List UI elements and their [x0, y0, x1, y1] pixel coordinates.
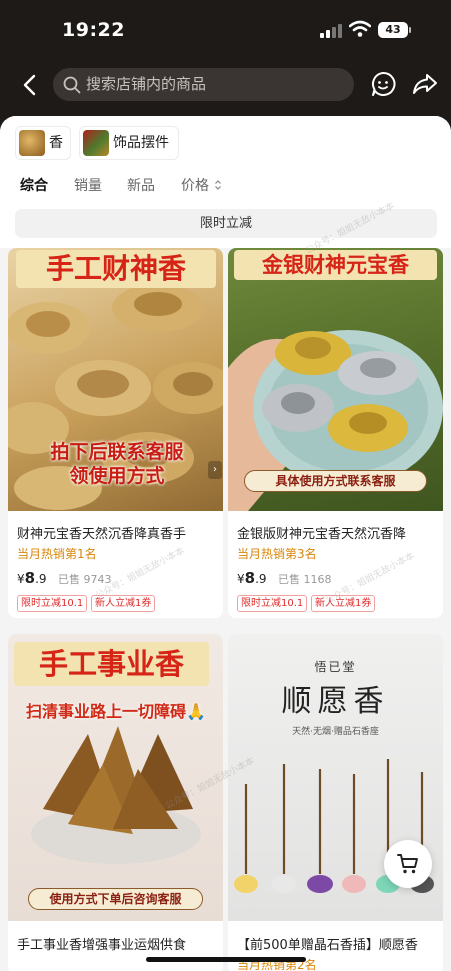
banner-sub-text: 扫清事业路上一切障碍🙏 [26, 702, 206, 721]
category-thumbnail [19, 130, 45, 156]
store-products-panel: 香 饰品摆件 综合 销量 新品 价格 限时立减 手工财神香 拍下后联系客服 领使… [0, 116, 451, 971]
wifi-icon [349, 20, 371, 37]
tab-comprehensive[interactable]: 综合 [20, 174, 48, 198]
product-price: ¥8.9 [237, 569, 267, 587]
cellular-signal-icon [320, 24, 342, 38]
product-rank: 当月热销第3名 [237, 547, 317, 561]
product-card[interactable]: 手工财神香 拍下后联系客服 领使用方式 › 财神元宝香天然沉香降真香手 当月热销… [8, 248, 223, 618]
product-image: 手工事业香 扫清事业路上一切障碍🙏 使用方式下单后咨询客服 [8, 634, 223, 921]
shopping-cart-icon [397, 854, 418, 874]
sort-arrows-icon [215, 180, 222, 190]
tab-sales[interactable]: 销量 [74, 174, 102, 198]
product-card[interactable]: 手工事业香 扫清事业路上一切障碍🙏 使用方式下单后咨询客服 手工事业香增强事业运… [8, 634, 223, 971]
home-indicator [146, 957, 306, 962]
product-card[interactable]: 悟已堂 顺愿香 天然·无烟·赠品石香座 【前500单赠晶石香插】顺愿香 当月热销… [228, 634, 443, 971]
banner-top-text: 金银财神元宝香 [234, 250, 437, 280]
category-thumbnail [83, 130, 109, 156]
sort-tabs: 综合 销量 新品 价格 [0, 174, 451, 198]
price-decimal: .9 [255, 572, 267, 586]
product-image: 金银财神元宝香 具体使用方式联系客服 [228, 248, 443, 511]
battery-nub [409, 27, 411, 33]
battery-icon: 43 [378, 22, 408, 38]
banner-bottom-text: 使用方式下单后咨询客服 [28, 888, 203, 910]
category-chip-label: 香 [49, 135, 63, 151]
category-chip-label: 饰品摆件 [113, 135, 169, 151]
promo-tag: 新人立减1券 [311, 595, 376, 612]
promo-tag: 限时立减10.1 [237, 595, 308, 612]
tab-price[interactable]: 价格 [181, 174, 222, 198]
category-chip-ornaments[interactable]: 饰品摆件 [79, 126, 179, 160]
product-price: ¥8.9 [17, 569, 47, 587]
product-image: 手工财神香 拍下后联系客服 领使用方式 › [8, 248, 223, 511]
product-title: 金银版财神元宝香天然沉香降 [237, 527, 407, 542]
price-symbol: ¥ [17, 572, 25, 586]
banner-top-text: 手工财神香 [16, 250, 216, 288]
share-icon[interactable] [412, 71, 438, 97]
price-decimal: .9 [35, 572, 47, 586]
product-title: 手工事业香增强事业运烟供食 [17, 938, 187, 953]
promo-tag: 新人立减1券 [91, 595, 156, 612]
banner-top-text: 手工事业香 [14, 642, 209, 686]
tab-price-label: 价格 [181, 178, 209, 194]
promo-tag: 限时立减10.1 [17, 595, 88, 612]
product-rank: 当月热销第1名 [17, 547, 97, 561]
cart-button[interactable] [384, 840, 432, 888]
back-arrow-icon[interactable] [18, 72, 44, 98]
status-bar: 19:22 43 [0, 0, 451, 60]
category-chip-incense[interactable]: 香 [15, 126, 71, 160]
search-bar[interactable]: 搜索店铺内的商品 [53, 68, 354, 101]
product-title: 【前500单赠晶石香插】顺愿香 [237, 938, 418, 953]
price-symbol: ¥ [237, 572, 245, 586]
product-sold-count: 已售 1168 [278, 573, 332, 586]
tab-new[interactable]: 新品 [127, 174, 155, 198]
customer-service-icon[interactable] [370, 71, 396, 97]
carousel-arrow-icon[interactable]: › [208, 461, 222, 479]
product-sold-count: 已售 9743 [58, 573, 112, 586]
status-time: 19:22 [62, 19, 125, 41]
search-icon [63, 76, 81, 94]
price-integer: 8 [24, 569, 36, 587]
search-input[interactable]: 搜索店铺内的商品 [86, 68, 346, 101]
banner-bottom-text: 拍下后联系客服 领使用方式 [50, 441, 184, 487]
banner-bottom-text: 具体使用方式联系客服 [244, 470, 427, 492]
product-title: 财神元宝香天然沉香降真香手 [17, 527, 187, 542]
promo-filter-bar[interactable]: 限时立减 [15, 209, 437, 238]
filter-header: 香 饰品摆件 综合 销量 新品 价格 限时立减 [0, 116, 451, 248]
price-integer: 8 [244, 569, 256, 587]
product-card[interactable]: 金银财神元宝香 具体使用方式联系客服 金银版财神元宝香天然沉香降 当月热销第3名… [228, 248, 443, 618]
